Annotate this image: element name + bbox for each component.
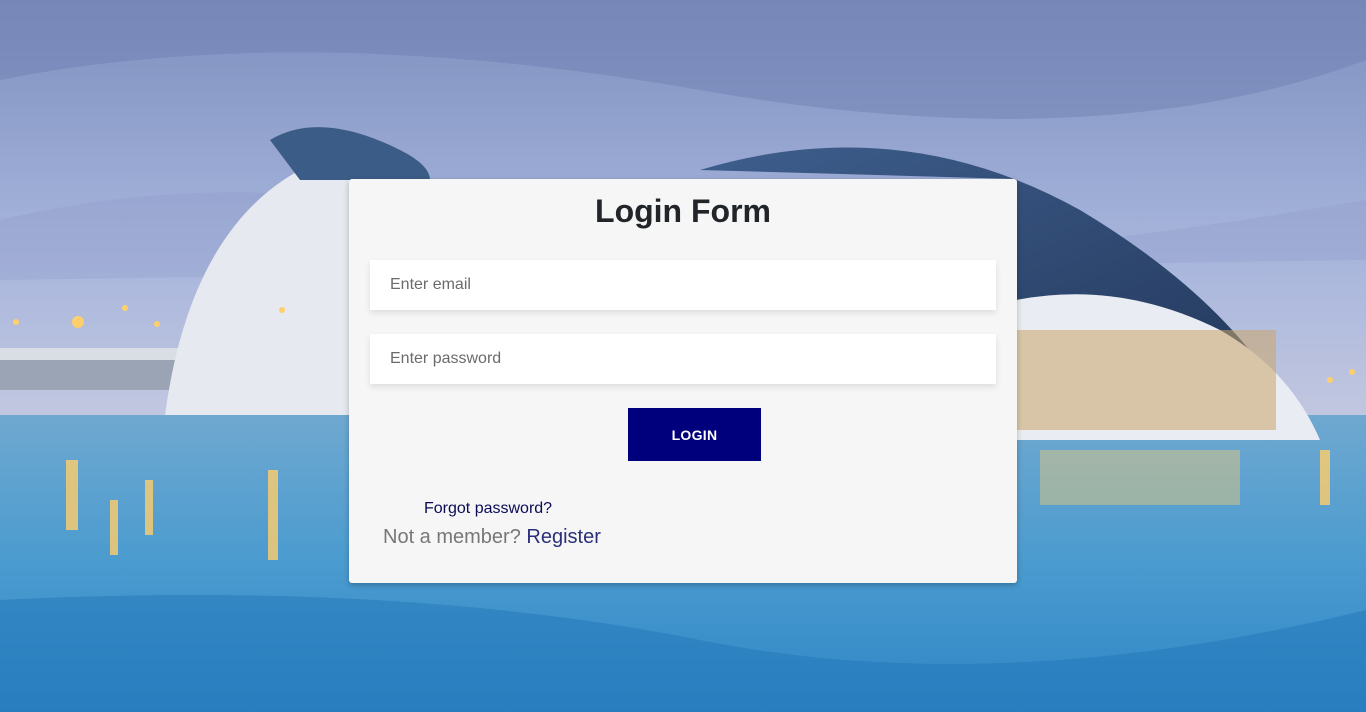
- register-link[interactable]: Register: [526, 526, 600, 548]
- form-title: Login Form: [595, 193, 771, 229]
- login-form: Login Form LOGIN Forgot password? Not a …: [349, 179, 1017, 583]
- password-field[interactable]: [370, 334, 996, 384]
- register-prompt: Not a member? Register: [383, 526, 601, 549]
- email-field[interactable]: [370, 260, 996, 310]
- not-member-text: Not a member?: [383, 526, 521, 548]
- login-button[interactable]: LOGIN: [628, 408, 761, 461]
- forgot-password-link[interactable]: Forgot password?: [424, 500, 552, 518]
